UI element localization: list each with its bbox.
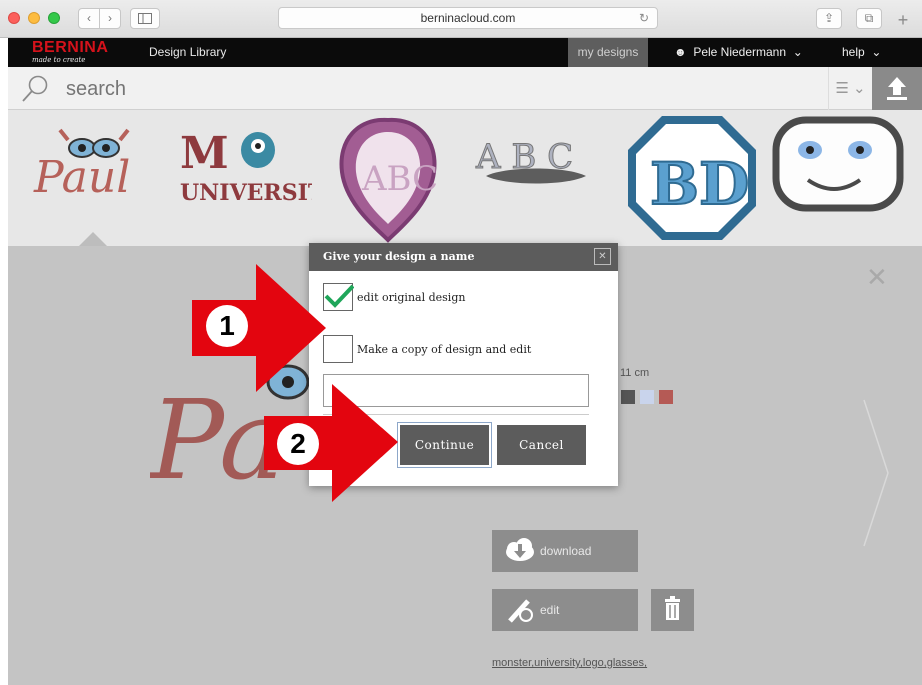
thread-color-swatch [640, 390, 654, 404]
logo-tagline: made to create [32, 56, 86, 64]
close-window-button[interactable] [8, 12, 20, 24]
user-name: Pele Niedermann [693, 45, 787, 59]
edit-original-label: edit original design [357, 291, 466, 304]
design-thumbnail-bd[interactable]: BD [622, 110, 762, 246]
download-button[interactable]: download [492, 530, 638, 572]
cloud-download-icon [506, 538, 534, 561]
thread-color-swatch [621, 390, 635, 404]
sidebar-toggle-button[interactable] [130, 8, 160, 29]
svg-text:UNIVERSITY: UNIVERSITY [180, 180, 312, 206]
svg-text:M: M [180, 128, 229, 179]
share-button[interactable]: ⇪ [816, 8, 842, 29]
address-bar[interactable]: berninacloud.com ↻ [278, 7, 658, 29]
chevron-right-icon: › [108, 11, 112, 25]
bernina-logo[interactable]: BERNINA [32, 40, 108, 56]
edit-label: edit [540, 603, 560, 617]
forward-button[interactable]: › [99, 8, 121, 29]
minimize-window-button[interactable] [28, 12, 40, 24]
reload-icon[interactable]: ↻ [639, 8, 649, 28]
svg-text:ABC: ABC [361, 159, 438, 199]
search-input[interactable] [66, 75, 366, 103]
share-icon: ⇪ [823, 11, 835, 25]
design-thumbnail-abc[interactable]: A B C [466, 110, 606, 246]
design-carousel: Paul M UNIVERSITY ABC A B C BD [8, 110, 922, 246]
svg-text:Paul: Paul [33, 152, 130, 203]
selected-pointer [79, 232, 107, 246]
design-size: 11 cm [620, 367, 650, 379]
edit-pencil-icon [508, 599, 533, 623]
download-label: download [540, 544, 592, 558]
trash-icon [665, 596, 680, 620]
design-thumbnail-monster[interactable] [768, 110, 908, 246]
plus-icon: + [897, 10, 909, 30]
new-tab-button[interactable]: + [884, 10, 922, 38]
tabs-button[interactable]: ⧉ [856, 8, 882, 29]
dialog-header: Give your design a name ✕ [309, 243, 618, 271]
annotation-badge-1: 1 [206, 305, 248, 347]
thread-color-swatch [659, 390, 673, 404]
svg-text:BD: BD [650, 150, 749, 218]
top-navigation: BERNINA made to create Design Library my… [8, 38, 922, 67]
upload-button[interactable] [872, 67, 922, 110]
list-menu-icon: ☰ ⌄ [835, 80, 866, 97]
tabs-icon: ⧉ [864, 11, 874, 25]
chevron-down-icon: ⌄ [868, 45, 882, 59]
browser-toolbar: ‹ › berninacloud.com ↻ ⇪ ⧉ + [0, 0, 922, 38]
annotation-badge-2: 2 [277, 423, 319, 465]
next-design-chevron-icon[interactable] [858, 398, 898, 548]
view-menu-button[interactable]: ☰ ⌄ [828, 67, 872, 110]
back-button[interactable]: ‹ [78, 8, 100, 29]
url-text: berninacloud.com [420, 11, 516, 25]
search-icon[interactable] [20, 74, 50, 104]
help-menu[interactable]: help ⌄ [842, 45, 881, 59]
user-icon: ☻ [674, 45, 687, 59]
checkmark-icon [324, 284, 354, 308]
design-thumbnail-university[interactable]: M UNIVERSITY [172, 110, 312, 246]
edit-button[interactable]: edit [492, 589, 638, 631]
make-copy-label: Make a copy of design and edit [357, 343, 532, 356]
close-icon: ✕ [598, 251, 607, 262]
design-library-title[interactable]: Design Library [149, 45, 226, 59]
cancel-button[interactable]: Cancel [497, 425, 586, 465]
my-designs-tab[interactable]: my designs [568, 38, 648, 67]
delete-button[interactable] [651, 589, 694, 631]
chevron-left-icon: ‹ [87, 11, 91, 25]
design-tags-link[interactable]: monster,university,logo,glasses, [492, 657, 647, 669]
help-label: help [842, 45, 865, 59]
search-bar: ☰ ⌄ [8, 67, 922, 110]
user-menu[interactable]: ☻ Pele Niedermann ⌄ [674, 45, 803, 59]
design-thumbnail-abc-heart[interactable]: ABC [328, 110, 448, 246]
continue-button[interactable]: Continue [397, 422, 492, 468]
chevron-down-icon: ⌄ [789, 45, 803, 59]
design-thumbnail-paul[interactable]: Paul [22, 110, 162, 246]
zoom-window-button[interactable] [48, 12, 60, 24]
dialog-title: Give your design a name [323, 250, 475, 263]
close-detail-icon[interactable]: ✕ [866, 262, 888, 293]
sidebar-icon [138, 13, 152, 24]
upload-icon [887, 77, 907, 100]
dialog-close-button[interactable]: ✕ [594, 248, 611, 265]
